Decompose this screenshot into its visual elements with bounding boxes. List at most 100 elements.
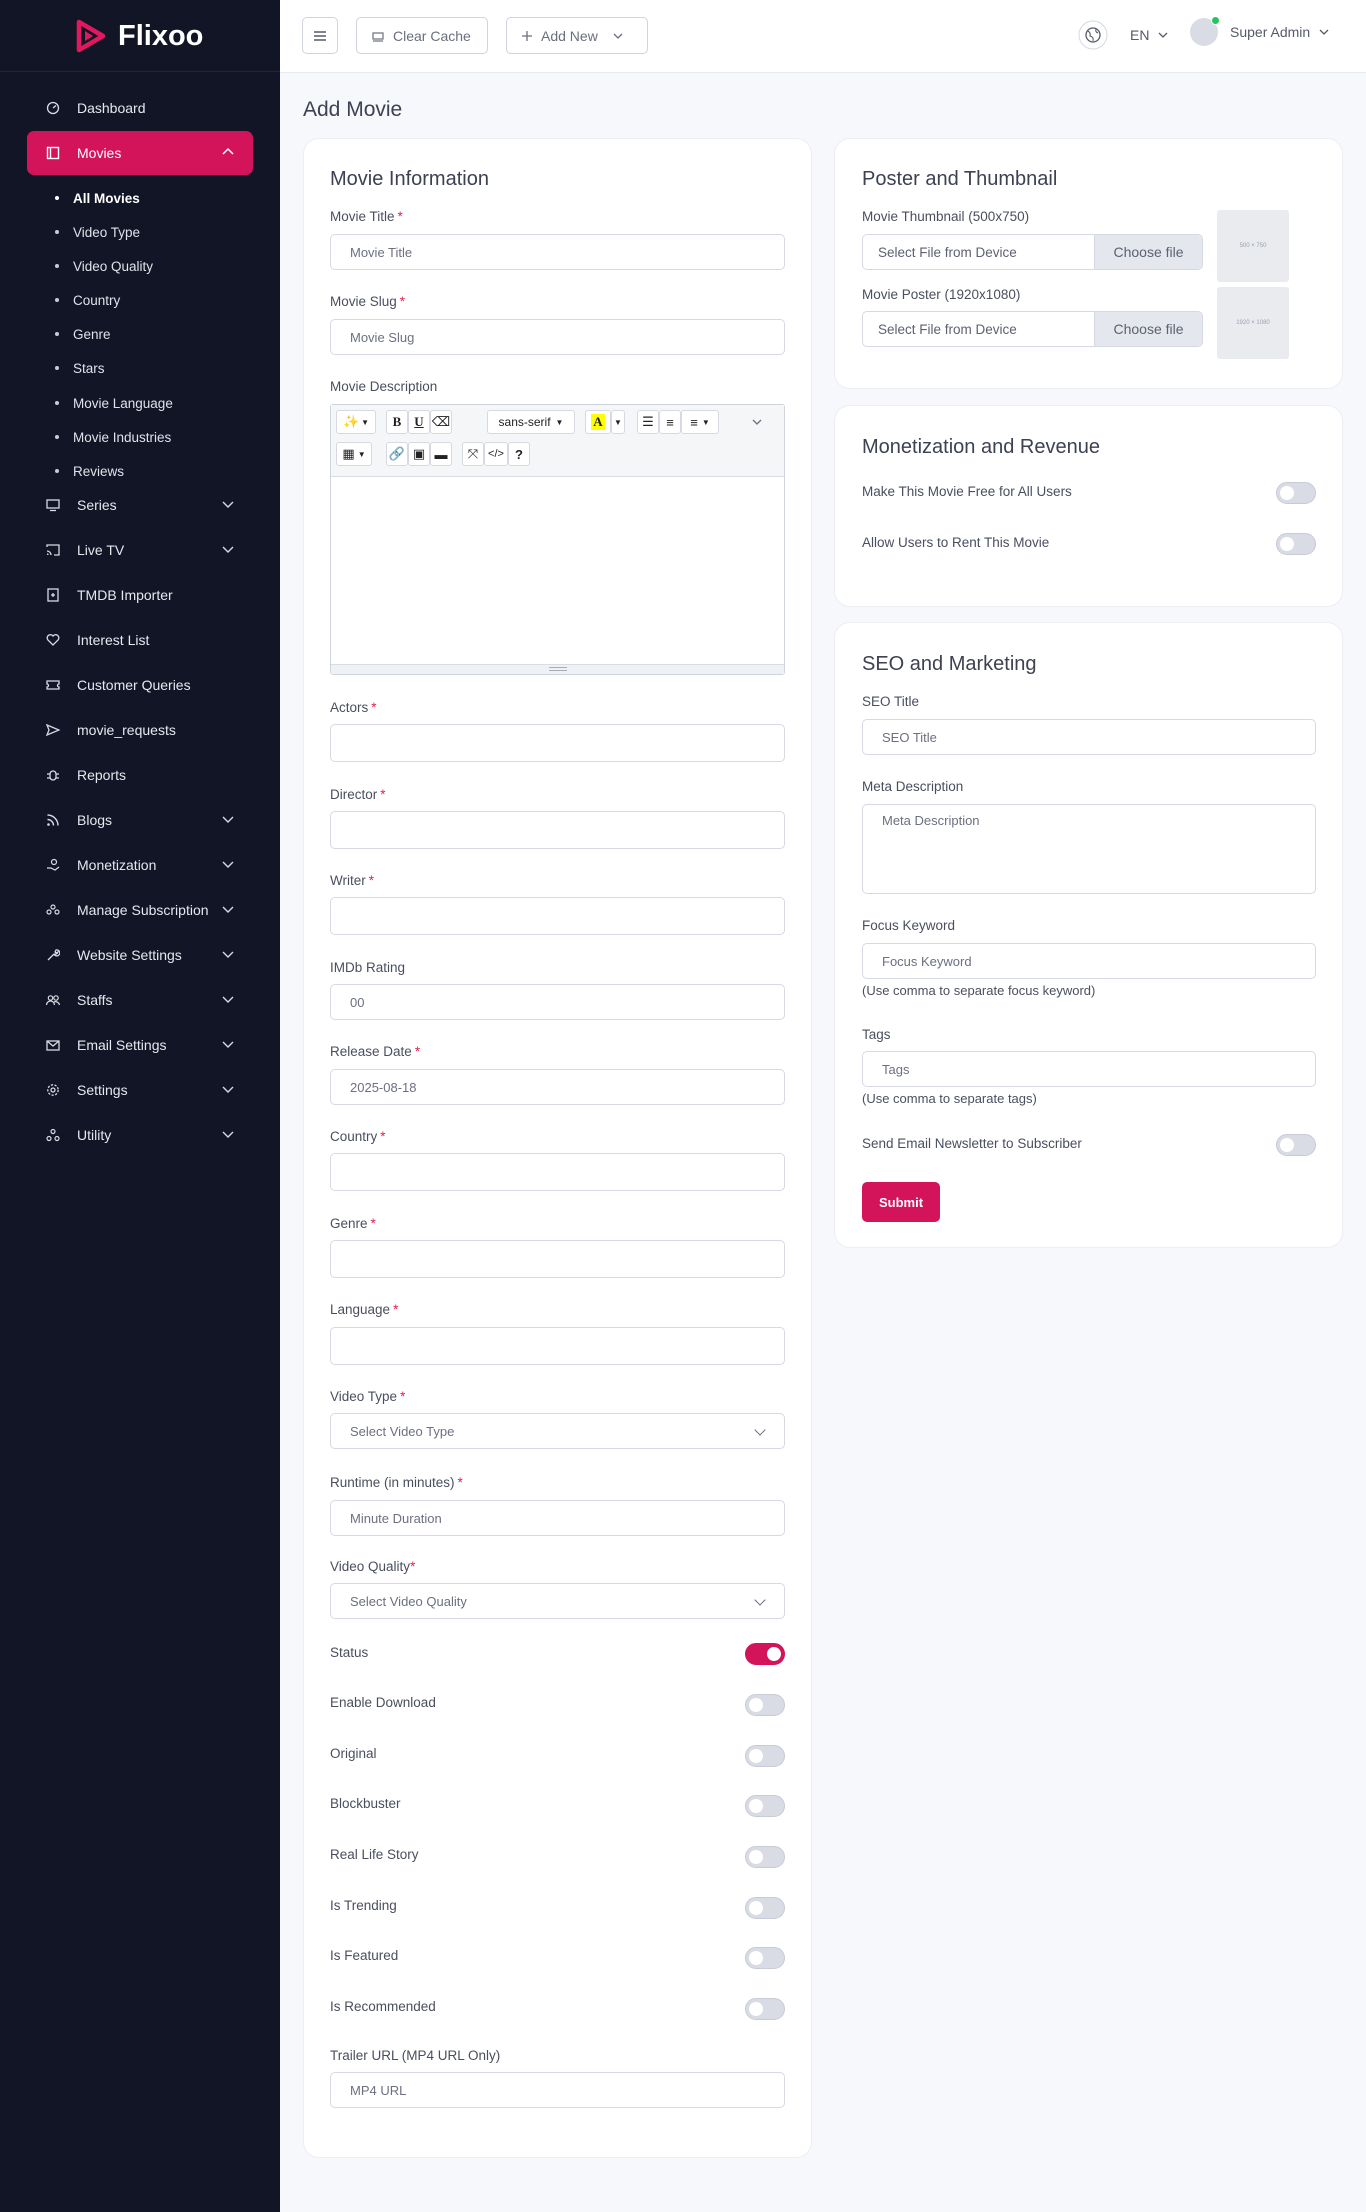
thumbnail-file-input[interactable]: Select File from Device Choose file [862,234,1203,270]
newsletter-toggle[interactable] [1276,1134,1316,1156]
enable-download-toggle[interactable] [745,1694,785,1716]
required-mark: * [397,209,403,224]
sidebar-item-manage-subscription[interactable]: Manage Subscription [27,888,253,932]
help-button[interactable]: ? [508,442,530,466]
sidebar-item-settings[interactable]: Settings [27,1068,253,1112]
video-quality-select[interactable]: Select Video Quality [330,1583,785,1619]
text-color-dropdown[interactable]: ▼ [611,410,625,434]
real-life-story-label: Real Life Story [330,1847,419,1862]
table-button[interactable]: ▦ ▼ [336,442,372,466]
bullet-list-button[interactable]: ☰ [637,410,659,434]
sidebar-item-dashboard[interactable]: Dashboard [27,86,253,130]
seo-title-input[interactable]: SEO Title [862,719,1316,755]
is-recommended-toggle[interactable] [745,1998,785,2020]
original-toggle[interactable] [745,1745,785,1767]
focus-keyword-input[interactable]: Focus Keyword [862,943,1316,979]
sidebar-item-series[interactable]: Series [27,483,253,527]
enable-download-label: Enable Download [330,1695,436,1710]
sidebar-item-live-tv[interactable]: Live TV [27,528,253,572]
runtime-input[interactable]: Minute Duration [330,1500,785,1536]
font-family-select[interactable]: sans-serif ▼ [487,410,575,434]
required-mark: * [457,1475,463,1490]
code-view-button[interactable]: </> [484,442,508,466]
choose-file-button[interactable]: Choose file [1094,312,1202,346]
sidebar-item-blogs[interactable]: Blogs [27,798,253,842]
caret-icon: ▼ [357,449,366,459]
magic-style-button[interactable]: ✨ ▼ [336,410,376,434]
submit-button[interactable]: Submit [862,1182,940,1222]
director-select[interactable] [330,811,785,849]
user-menu[interactable]: Super Admin [1190,16,1330,46]
blockbuster-toggle[interactable] [745,1795,785,1817]
sidebar-subitem-video-type[interactable]: Video Type [55,220,140,244]
sidebar-item-tmdb-importer[interactable]: TMDB Importer [27,573,253,617]
sidebar-subitem-movie-language[interactable]: Movie Language [55,391,173,415]
sidebar-subitem-all-movies[interactable]: All Movies [55,186,140,210]
add-new-dropdown[interactable]: Add New [506,17,648,54]
is-featured-toggle[interactable] [745,1947,785,1969]
bold-button[interactable]: B [386,410,408,434]
trailer-url-input[interactable]: MP4 URL [330,2072,785,2108]
video-type-select[interactable]: Select Video Type [330,1413,785,1449]
clear-format-button[interactable]: ⌫ [430,410,452,434]
genre-select[interactable] [330,1240,785,1278]
number-list-button[interactable]: ≡ [659,410,681,434]
menu-toggle-button[interactable] [302,17,338,54]
link-button[interactable]: 🔗 [386,442,408,466]
sidebar-item-website-settings[interactable]: Website Settings [27,933,253,977]
subitem-label: Genre [73,326,111,342]
required-mark: * [393,1302,399,1317]
status-toggle[interactable] [745,1643,785,1665]
sidebar-item-interest-list[interactable]: Interest List [27,618,253,662]
movie-title-input[interactable]: Movie Title [330,234,785,270]
sidebar-item-movie-requests[interactable]: movie_requests [27,708,253,752]
movie-slug-input[interactable]: Movie Slug [330,319,785,355]
release-date-input[interactable]: 2025-08-18 [330,1069,785,1105]
country-select[interactable] [330,1153,785,1191]
fullscreen-button[interactable]: ⤧ [462,442,484,466]
clear-cache-button[interactable]: Clear Cache [356,17,488,54]
sidebar-item-reports[interactable]: Reports [27,753,253,797]
sidebar-item-movies[interactable]: Movies [27,131,253,175]
choose-file-button[interactable]: Choose file [1094,235,1202,269]
free-for-all-toggle[interactable] [1276,482,1316,504]
sidebar-item-email-settings[interactable]: Email Settings [27,1023,253,1067]
tags-input[interactable]: Tags [862,1051,1316,1087]
paragraph-align-button[interactable]: ≡ ▼ [681,410,719,434]
sidebar-subitem-movie-industries[interactable]: Movie Industries [55,425,171,449]
imdb-rating-input[interactable]: 00 [330,984,785,1020]
sidebar-subitem-reviews[interactable]: Reviews [55,459,124,483]
rent-movie-toggle[interactable] [1276,533,1316,555]
writer-select[interactable] [330,897,785,935]
language-selector[interactable]: EN [1078,20,1169,50]
is-trending-toggle[interactable] [745,1897,785,1919]
movie-poster-label: Movie Poster (1920x1080) [862,287,1021,302]
sidebar-item-customer-queries[interactable]: Customer Queries [27,663,253,707]
meta-description-textarea[interactable]: Meta Description [862,804,1316,894]
editor-content-area[interactable] [331,478,784,664]
sidebar-subitem-country[interactable]: Country [55,288,120,312]
video-button[interactable]: ▬ [430,442,452,466]
real-life-story-toggle[interactable] [745,1846,785,1868]
poster-file-input[interactable]: Select File from Device Choose file [862,311,1203,347]
sidebar-item-utility[interactable]: Utility [27,1113,253,1157]
sidebar-item-label: Website Settings [77,947,182,963]
sidebar-item-staffs[interactable]: Staffs [27,978,253,1022]
language-select[interactable] [330,1327,785,1365]
text-color-button[interactable]: A [585,410,611,434]
label-text: Release Date [330,1044,412,1059]
sidebar-subitem-video-quality[interactable]: Video Quality [55,254,153,278]
more-tools-chevron-icon[interactable] [751,415,763,433]
image-button[interactable]: ▣ [408,442,430,466]
editor-resize-bar[interactable] [331,664,784,674]
add-new-label: Add New [541,27,598,44]
sidebar-subitem-genre[interactable]: Genre [55,322,111,346]
sidebar-item-monetization[interactable]: Monetization [27,843,253,887]
send-icon [45,722,61,738]
actors-select[interactable] [330,724,785,762]
sidebar-subitem-stars[interactable]: Stars [55,356,105,380]
underline-button[interactable]: U [408,410,430,434]
brand[interactable]: Flixoo [0,0,280,72]
genre-label: Genre * [330,1216,376,1231]
subitem-label: Movie Language [73,395,173,411]
